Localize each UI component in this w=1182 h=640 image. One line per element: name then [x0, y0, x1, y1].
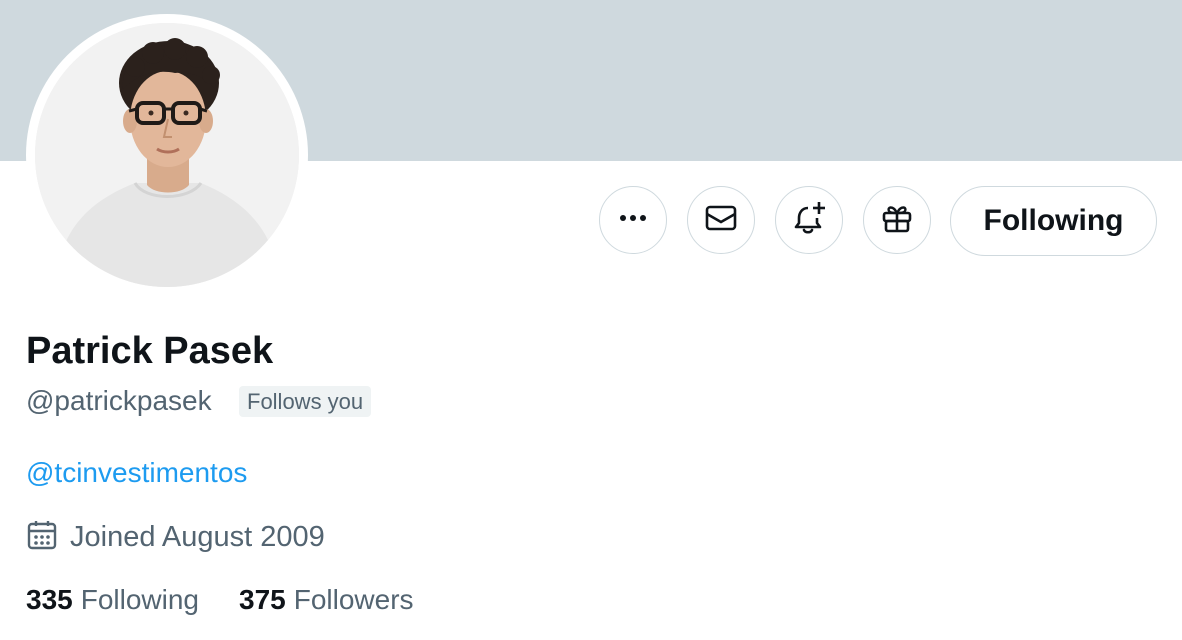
envelope-icon: [704, 201, 738, 240]
following-count-link[interactable]: 335 Following: [26, 584, 199, 616]
profile-name: Patrick Pasek: [26, 330, 274, 372]
gift-icon: [880, 201, 914, 240]
profile-stats: 335 Following 375 Followers: [26, 584, 414, 616]
followers-count-link[interactable]: 375 Followers: [239, 584, 414, 616]
notifications-button[interactable]: [775, 186, 843, 254]
following-button[interactable]: Following: [950, 186, 1157, 256]
more-options-button[interactable]: [599, 186, 667, 254]
avatar-photo: [35, 23, 299, 287]
joined-date: Joined August 2009: [26, 519, 325, 556]
follows-you-badge: Follows you: [239, 386, 372, 417]
calendar-icon: [26, 519, 58, 556]
following-count: 335: [26, 584, 73, 615]
avatar[interactable]: [26, 14, 308, 296]
followers-label: Followers: [293, 584, 414, 615]
message-button[interactable]: [687, 186, 755, 254]
ellipsis-icon: [617, 202, 649, 239]
joined-text: Joined August 2009: [70, 521, 325, 553]
gift-button[interactable]: [863, 186, 931, 254]
following-label: Following: [80, 584, 199, 615]
bio-mention-link[interactable]: @tcinvestimentos: [26, 457, 247, 489]
profile-handle: @patrickpasek: [26, 385, 212, 416]
followers-count: 375: [239, 584, 286, 615]
bell-plus-icon: [791, 200, 827, 241]
